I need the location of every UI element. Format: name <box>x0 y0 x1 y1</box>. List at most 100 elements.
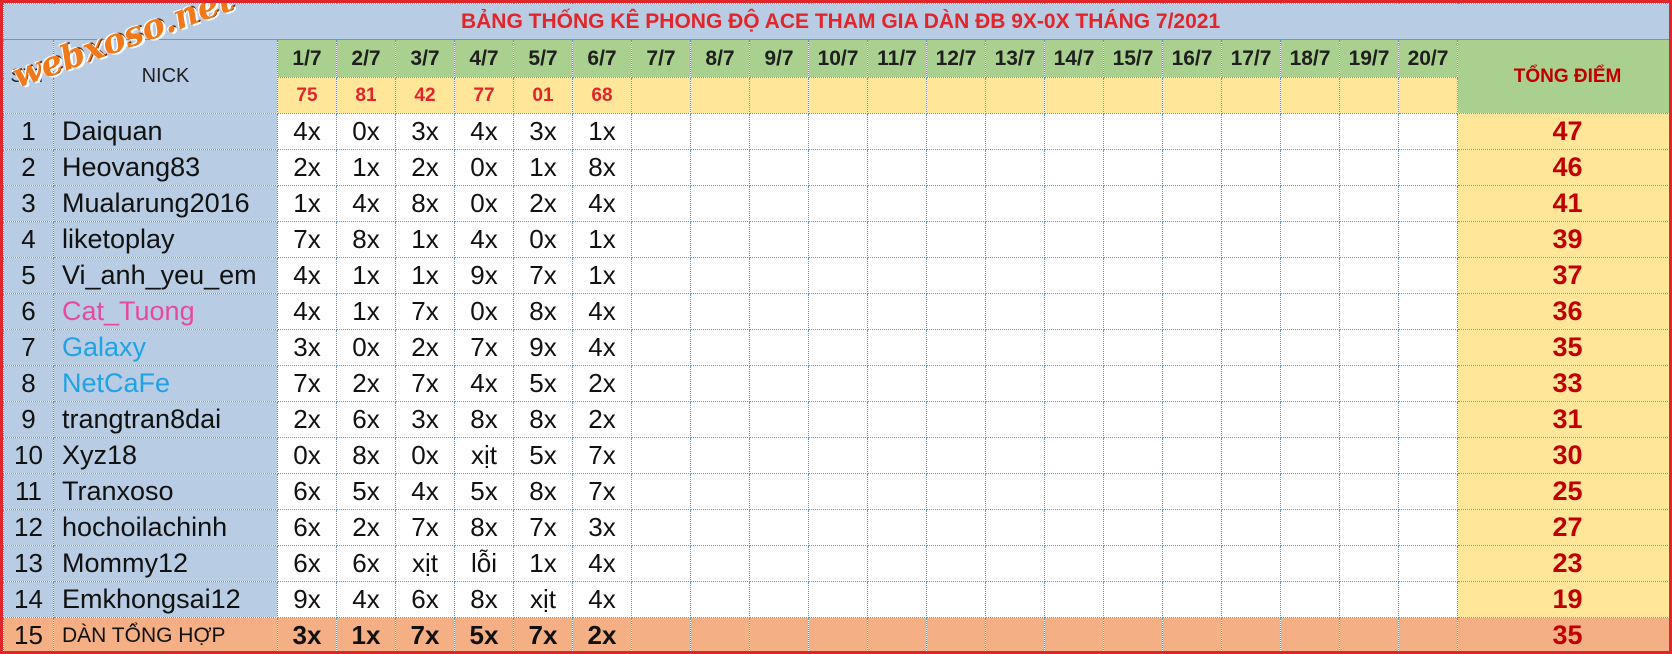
value-cell[interactable]: 2x <box>572 401 632 438</box>
nick-cell[interactable]: hochoilachinh <box>53 509 278 546</box>
value-cell[interactable]: 4x <box>454 221 514 258</box>
value-cell[interactable] <box>808 293 868 330</box>
value-cell[interactable] <box>1162 401 1222 438</box>
value-cell[interactable] <box>1044 509 1104 546</box>
value-cell[interactable]: 7x <box>513 257 573 294</box>
value-cell[interactable] <box>985 257 1045 294</box>
date-header[interactable]: 20/7 <box>1398 39 1458 78</box>
date-header[interactable]: 4/7 <box>454 39 514 78</box>
value-cell[interactable] <box>1339 437 1399 474</box>
value-cell[interactable]: 7x <box>395 365 455 402</box>
value-cell[interactable] <box>808 221 868 258</box>
value-cell[interactable] <box>926 257 986 294</box>
value-cell[interactable] <box>808 581 868 618</box>
nick-cell[interactable]: Tranxoso <box>53 473 278 510</box>
value-cell[interactable]: 9x <box>454 257 514 294</box>
value-cell[interactable]: 5x <box>454 617 514 651</box>
value-cell[interactable] <box>1044 365 1104 402</box>
value-cell[interactable] <box>926 509 986 546</box>
value-cell[interactable] <box>985 221 1045 258</box>
date-header[interactable]: 19/7 <box>1339 39 1399 78</box>
value-cell[interactable]: xịt <box>513 581 573 618</box>
value-cell[interactable] <box>985 437 1045 474</box>
value-cell[interactable]: 5x <box>454 473 514 510</box>
nick-cell[interactable]: Heovang83 <box>53 149 278 186</box>
value-cell[interactable]: 8x <box>336 221 396 258</box>
value-cell[interactable] <box>690 437 750 474</box>
value-cell[interactable] <box>1339 293 1399 330</box>
value-cell[interactable] <box>749 113 809 150</box>
value-cell[interactable] <box>1103 545 1163 582</box>
value-cell[interactable] <box>1162 365 1222 402</box>
value-cell[interactable]: lỗi <box>454 545 514 582</box>
value-cell[interactable]: 0x <box>513 221 573 258</box>
value-cell[interactable] <box>631 617 691 651</box>
value-cell[interactable]: 4x <box>572 293 632 330</box>
value-cell[interactable]: 1x <box>572 257 632 294</box>
value-cell[interactable]: 0x <box>336 113 396 150</box>
value-cell[interactable] <box>1280 257 1340 294</box>
value-cell[interactable] <box>1221 473 1281 510</box>
nick-cell[interactable]: Emkhongsai12 <box>53 581 278 618</box>
value-cell[interactable] <box>867 185 927 222</box>
result-cell[interactable] <box>690 77 750 114</box>
stt-cell[interactable]: 13 <box>3 545 54 582</box>
value-cell[interactable]: 7x <box>513 509 573 546</box>
value-cell[interactable]: 3x <box>277 617 337 651</box>
result-cell[interactable]: 77 <box>454 77 514 114</box>
value-cell[interactable] <box>690 257 750 294</box>
total-cell[interactable]: 19 <box>1456 581 1669 618</box>
value-cell[interactable] <box>1221 257 1281 294</box>
value-cell[interactable] <box>1398 401 1458 438</box>
value-cell[interactable] <box>1103 185 1163 222</box>
value-cell[interactable] <box>1044 293 1104 330</box>
total-cell[interactable]: 31 <box>1456 401 1669 438</box>
value-cell[interactable] <box>1339 401 1399 438</box>
value-cell[interactable] <box>690 293 750 330</box>
value-cell[interactable] <box>1221 581 1281 618</box>
value-cell[interactable] <box>808 329 868 366</box>
value-cell[interactable] <box>1221 401 1281 438</box>
value-cell[interactable] <box>1044 473 1104 510</box>
value-cell[interactable] <box>985 293 1045 330</box>
value-cell[interactable] <box>749 293 809 330</box>
value-cell[interactable]: 0x <box>336 329 396 366</box>
date-header[interactable]: 17/7 <box>1221 39 1281 78</box>
value-cell[interactable] <box>1162 545 1222 582</box>
stt-cell[interactable]: 3 <box>3 185 54 222</box>
value-cell[interactable]: 1x <box>572 113 632 150</box>
value-cell[interactable] <box>1044 185 1104 222</box>
value-cell[interactable] <box>1103 221 1163 258</box>
value-cell[interactable]: 2x <box>277 401 337 438</box>
nick-cell[interactable]: Vi_anh_yeu_em <box>53 257 278 294</box>
total-cell[interactable]: 36 <box>1456 293 1669 330</box>
result-cell[interactable]: 01 <box>513 77 573 114</box>
result-cell[interactable] <box>1398 77 1458 114</box>
value-cell[interactable]: 8x <box>395 185 455 222</box>
value-cell[interactable]: 6x <box>336 401 396 438</box>
value-cell[interactable] <box>1398 293 1458 330</box>
date-header[interactable]: 8/7 <box>690 39 750 78</box>
value-cell[interactable]: 8x <box>572 149 632 186</box>
value-cell[interactable]: 4x <box>395 473 455 510</box>
value-cell[interactable]: 7x <box>395 293 455 330</box>
value-cell[interactable] <box>926 617 986 651</box>
value-cell[interactable]: 2x <box>395 149 455 186</box>
value-cell[interactable] <box>926 365 986 402</box>
value-cell[interactable] <box>1162 509 1222 546</box>
value-cell[interactable]: 5x <box>336 473 396 510</box>
value-cell[interactable]: 7x <box>572 473 632 510</box>
value-cell[interactable] <box>1221 113 1281 150</box>
sheet-title[interactable]: BẢNG THỐNG KÊ PHONG ĐỘ ACE THAM GIA DÀN … <box>3 3 1669 40</box>
value-cell[interactable] <box>1398 365 1458 402</box>
value-cell[interactable] <box>1339 113 1399 150</box>
nick-cell[interactable]: Galaxy <box>53 329 278 366</box>
value-cell[interactable]: 2x <box>277 149 337 186</box>
value-cell[interactable]: 7x <box>277 365 337 402</box>
value-cell[interactable]: 3x <box>395 401 455 438</box>
value-cell[interactable] <box>690 365 750 402</box>
value-cell[interactable]: 0x <box>395 437 455 474</box>
value-cell[interactable] <box>808 545 868 582</box>
value-cell[interactable]: 4x <box>454 365 514 402</box>
result-cell[interactable]: 68 <box>572 77 632 114</box>
